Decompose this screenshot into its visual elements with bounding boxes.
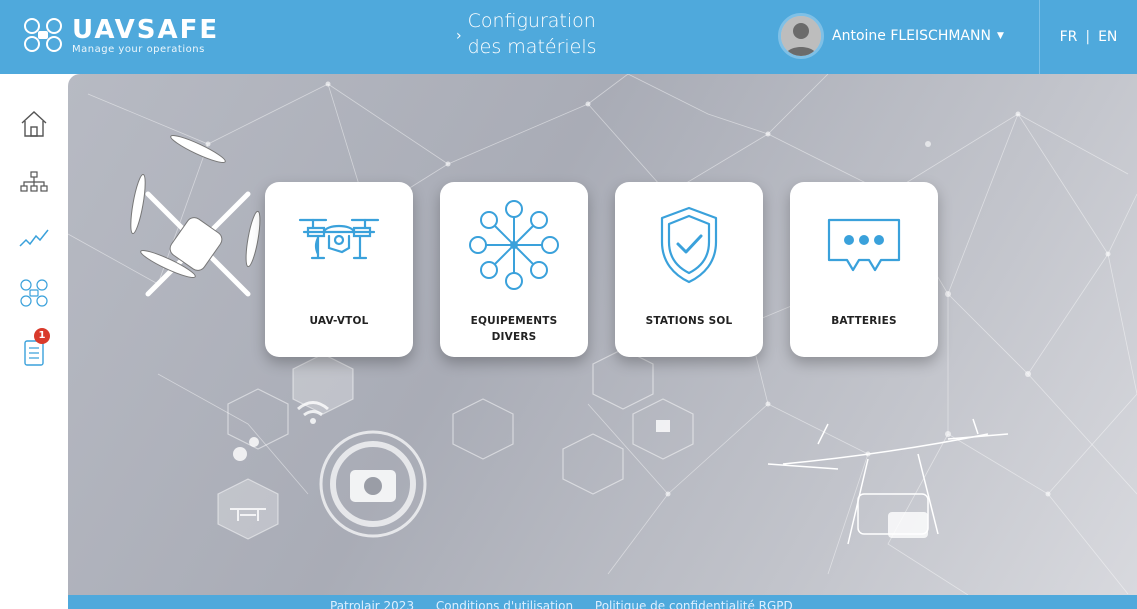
shield-check-icon — [660, 206, 718, 284]
card-label: BATTERIES — [831, 315, 897, 327]
analytics-icon — [19, 229, 49, 247]
sidebar: 1 — [0, 74, 68, 609]
lang-en-link[interactable]: EN — [1098, 29, 1117, 45]
top-header: UAVSAFE Manage your operations › Configu… — [0, 0, 1137, 74]
card-label-line2: DIVERS — [491, 331, 537, 343]
brand-logo[interactable]: UAVSAFE Manage your operations — [22, 14, 219, 56]
user-menu[interactable]: Antoine FLEISCHMANN ▼ — [778, 13, 1004, 59]
sidebar-item-checklist[interactable]: 1 — [18, 328, 50, 368]
user-silhouette-icon — [781, 16, 821, 56]
logo-title: UAVSAFE — [72, 14, 220, 45]
page-title-text: Configuration des matériels — [468, 8, 597, 60]
footer-links: Patrolair 2023 Conditions d'utilisation … — [330, 599, 811, 609]
card-label-line1: EQUIPEMENTS — [470, 315, 558, 327]
logo-tagline: Manage your operations — [72, 43, 205, 55]
footer: Patrolair 2023 Conditions d'utilisation … — [68, 595, 1137, 609]
user-name: Antoine FLEISCHMANN — [832, 28, 991, 44]
drone-icon — [20, 279, 48, 307]
org-chart-icon — [20, 171, 48, 192]
card-equipements-divers[interactable]: EQUIPEMENTS DIVERS — [440, 182, 588, 357]
logo-text: UAVSAFE Manage your operations — [72, 16, 219, 55]
card-uav-vtol[interactable]: UAV-VTOL — [265, 182, 413, 357]
home-icon — [21, 111, 47, 137]
sidebar-item-analytics[interactable] — [18, 222, 50, 254]
lang-separator: | — [1085, 29, 1091, 45]
background-illustration — [68, 74, 1137, 595]
sidebar-item-drones[interactable] — [18, 277, 50, 309]
caret-down-icon: ▼ — [996, 31, 1004, 41]
card-stations-sol[interactable]: STATIONS SOL — [615, 182, 763, 357]
drone-icon — [298, 218, 380, 260]
page-title-line2: des matériels — [467, 36, 597, 58]
network-icon — [469, 200, 559, 290]
notification-badge: 1 — [34, 328, 50, 344]
main-content: UAV-VTOL EQUIPEMENTS DIVERS STATIONS SOL… — [68, 74, 1137, 595]
footer-privacy-link[interactable]: Politique de confidentialité RGPD — [595, 599, 793, 609]
sidebar-item-home[interactable] — [18, 108, 50, 140]
page-title: › Configuration des matériels — [456, 8, 597, 60]
sidebar-item-organization[interactable] — [18, 166, 50, 198]
drone-logo-icon — [24, 18, 62, 52]
card-label: STATIONS SOL — [645, 315, 733, 327]
footer-copyright: Patrolair 2023 — [330, 599, 415, 609]
lang-fr-link[interactable]: FR — [1060, 29, 1078, 45]
page-title-line1: Configuration — [467, 10, 596, 32]
card-batteries[interactable]: BATTERIES — [790, 182, 938, 357]
chevron-right-icon: › — [456, 28, 462, 44]
card-label: UAV-VTOL — [309, 315, 369, 327]
chat-bubble-icon — [827, 218, 901, 272]
card-label: EQUIPEMENTS DIVERS — [440, 313, 588, 345]
footer-terms-link[interactable]: Conditions d'utilisation — [436, 599, 573, 609]
avatar — [778, 13, 824, 59]
language-switcher: FR | EN — [1039, 0, 1137, 74]
